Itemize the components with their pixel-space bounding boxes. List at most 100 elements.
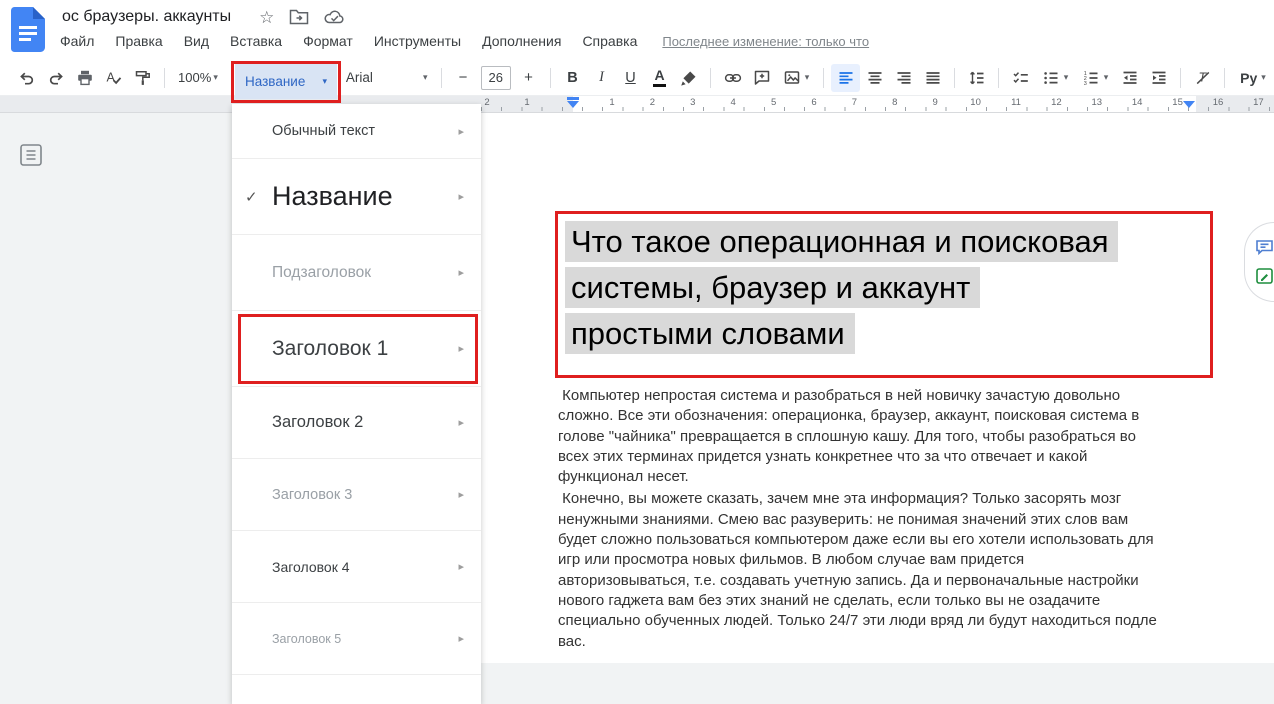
input-tools-button[interactable]: Ру ▾ <box>1232 64 1274 92</box>
paragraph[interactable]: Конечно, вы можете сказать, зачем мне эт… <box>558 489 1159 651</box>
underline-button[interactable]: U <box>616 64 645 92</box>
italic-button[interactable]: I <box>587 64 616 92</box>
last-edit-link[interactable]: Последнее изменение: только что <box>662 34 869 49</box>
input-tools-label: Ру <box>1240 70 1257 86</box>
style-option-subtitle[interactable]: Подзаголовок ▸ <box>232 235 481 311</box>
print-icon <box>76 69 94 87</box>
style-option-heading4[interactable]: Заголовок 4 ▸ <box>232 531 481 603</box>
spell-check-button[interactable]: A <box>99 64 128 92</box>
bulleted-list-button[interactable]: ▾ <box>1035 64 1075 92</box>
docs-logo-icon[interactable] <box>11 7 45 52</box>
clear-formatting-button[interactable]: T <box>1188 64 1217 92</box>
heading-text: системы, браузер и аккаунт <box>565 267 980 308</box>
style-option-title[interactable]: ✓ Название ▸ <box>232 159 481 235</box>
align-right-button[interactable] <box>889 64 918 92</box>
chevron-down-icon: ▾ <box>213 73 218 82</box>
decrease-indent-button[interactable] <box>1115 64 1144 92</box>
checklist-button[interactable] <box>1006 64 1035 92</box>
toolbar-divider <box>550 68 551 88</box>
indent-icon <box>1150 69 1168 87</box>
paragraph-styles-select[interactable]: Название ▾ <box>235 64 337 99</box>
cloud-status-icon[interactable] <box>324 9 346 25</box>
ruler-number: 12 <box>1051 97 1062 108</box>
line-spacing-button[interactable] <box>962 64 991 92</box>
ruler-number: 13 <box>1092 97 1103 108</box>
zoom-select[interactable]: 100% ▾ <box>172 64 224 92</box>
chevron-down-icon: ▾ <box>1104 73 1109 82</box>
ruler-number: 14 <box>1132 97 1143 108</box>
heading-line[interactable]: простыми словами <box>571 311 1118 357</box>
ruler-number: 11 <box>1011 97 1021 108</box>
menu-format[interactable]: Формат <box>303 33 353 49</box>
insert-image-button[interactable]: ▾ <box>776 64 816 92</box>
star-icon[interactable]: ☆ <box>259 9 274 26</box>
numbered-list-button[interactable]: 123 ▾ <box>1075 64 1115 92</box>
margin-comment-button[interactable] <box>1255 239 1274 256</box>
ruler-number: 2 <box>650 97 655 108</box>
add-comment-button[interactable] <box>747 64 776 92</box>
document-body[interactable]: Компьютер непростая система и разобратьс… <box>558 386 1159 654</box>
increase-indent-button[interactable] <box>1144 64 1173 92</box>
style-option-heading2[interactable]: Заголовок 2 ▸ <box>232 387 481 459</box>
document-title-input[interactable]: ос браузеры. аккаунты <box>62 8 231 26</box>
style-option-heading5[interactable]: Заголовок 5 ▸ <box>232 603 481 675</box>
toolbar-divider <box>164 68 165 88</box>
submenu-arrow-icon: ▸ <box>458 560 464 573</box>
style-option-heading1[interactable]: Заголовок 1 ▸ <box>232 311 481 387</box>
style-option-label: Заголовок 4 <box>272 559 350 575</box>
move-folder-icon[interactable] <box>289 9 309 25</box>
outdent-icon <box>1121 69 1139 87</box>
menu-view[interactable]: Вид <box>184 33 209 49</box>
submenu-arrow-icon: ▸ <box>458 488 464 501</box>
chevron-down-icon: ▾ <box>423 73 428 82</box>
align-left-button[interactable] <box>831 64 860 92</box>
font-size-increase-button[interactable]: + <box>514 64 543 92</box>
heading-line[interactable]: Что такое операционная и поисковая <box>571 219 1118 265</box>
align-left-icon <box>837 69 855 87</box>
ruler-number: 17 <box>1253 97 1264 108</box>
align-justify-button[interactable] <box>918 64 947 92</box>
submenu-arrow-icon: ▸ <box>458 266 464 279</box>
insert-link-button[interactable] <box>718 64 747 92</box>
font-size-input[interactable]: 26 <box>481 66 511 90</box>
paint-roller-icon <box>134 69 152 87</box>
menu-insert[interactable]: Вставка <box>230 33 282 49</box>
redo-button[interactable] <box>41 64 70 92</box>
style-option-normal-text[interactable]: Обычный текст ▸ <box>232 104 481 159</box>
menu-help[interactable]: Справка <box>582 33 637 49</box>
svg-text:A: A <box>106 70 115 84</box>
font-select[interactable]: Arial ▾ <box>340 64 434 92</box>
text-color-icon: A <box>653 68 665 86</box>
menu-tools[interactable]: Инструменты <box>374 33 461 49</box>
menu-addons[interactable]: Дополнения <box>482 33 561 49</box>
right-indent-marker[interactable] <box>1183 101 1195 108</box>
document-outline-button[interactable] <box>16 140 46 170</box>
heading-line[interactable]: системы, браузер и аккаунт <box>571 265 1118 311</box>
font-value: Arial <box>346 70 373 85</box>
bold-button[interactable]: B <box>558 64 587 92</box>
style-option-label: Название <box>272 181 393 212</box>
margin-suggest-button[interactable] <box>1255 267 1274 285</box>
submenu-arrow-icon: ▸ <box>458 342 464 355</box>
align-center-icon <box>866 69 884 87</box>
ruler-number: 8 <box>892 97 897 108</box>
ruler-number: 1 <box>609 97 614 108</box>
left-indent-marker[interactable] <box>567 97 579 108</box>
text-color-button[interactable]: A <box>645 64 674 92</box>
undo-icon <box>18 69 36 87</box>
print-button[interactable] <box>70 64 99 92</box>
undo-button[interactable] <box>12 64 41 92</box>
outline-list-icon <box>18 142 44 168</box>
paragraph[interactable]: Компьютер непростая система и разобратьс… <box>558 386 1159 487</box>
menu-file[interactable]: Файл <box>60 33 94 49</box>
heading-text: простыми словами <box>565 313 855 354</box>
align-center-button[interactable] <box>860 64 889 92</box>
menu-edit[interactable]: Правка <box>115 33 162 49</box>
style-option-heading3[interactable]: Заголовок 3 ▸ <box>232 459 481 531</box>
highlighter-icon <box>680 69 698 87</box>
clear-formatting-icon: T <box>1194 69 1212 87</box>
comment-plus-icon <box>753 69 771 87</box>
font-size-decrease-button[interactable]: − <box>449 64 478 92</box>
highlight-color-button[interactable] <box>674 64 703 92</box>
paint-format-button[interactable] <box>128 64 157 92</box>
